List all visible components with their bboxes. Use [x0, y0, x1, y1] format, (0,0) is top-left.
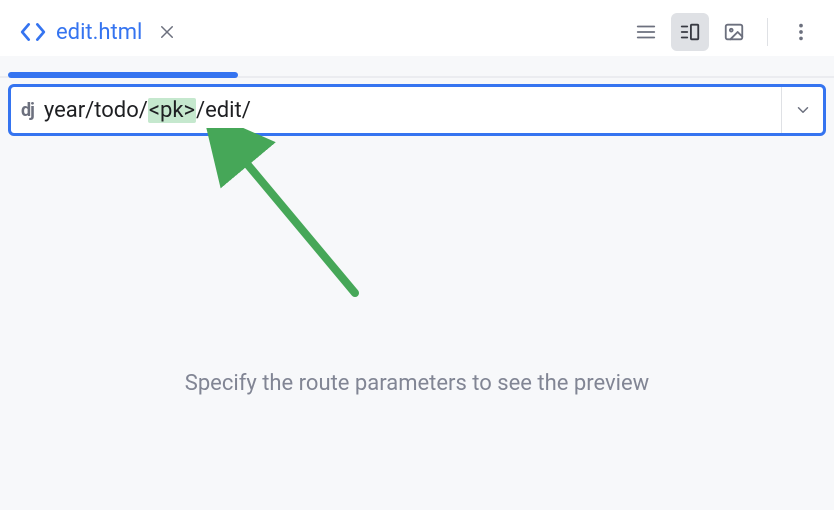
preview-empty-message: Specify the route parameters to see the … [185, 371, 649, 396]
route-input[interactable]: year/todo/ <pk> /edit/ [44, 87, 781, 133]
route-path-after: /edit/ [196, 98, 251, 123]
active-tab-indicator [8, 72, 238, 78]
code-file-icon [20, 19, 46, 45]
toolbar-divider [767, 18, 768, 46]
route-dropdown-button[interactable] [781, 87, 823, 133]
route-parameter: <pk> [148, 98, 196, 123]
close-icon[interactable] [158, 23, 176, 41]
chevron-down-icon [794, 101, 812, 119]
preview-area: Specify the route parameters to see the … [0, 136, 834, 510]
route-input-container: dj year/todo/ <pk> /edit/ [8, 84, 826, 136]
split-view-button[interactable] [671, 13, 709, 51]
more-options-button[interactable] [782, 13, 820, 51]
tab-bar: edit.html [0, 0, 834, 56]
file-tab[interactable]: edit.html [14, 9, 182, 55]
image-view-button[interactable] [715, 13, 753, 51]
django-prefix-label: dj [11, 87, 44, 133]
tab-label: edit.html [56, 20, 142, 45]
tab-bar-left: edit.html [14, 9, 182, 55]
route-path-before: year/todo/ [44, 98, 148, 123]
tab-bar-right [627, 13, 820, 51]
list-view-button[interactable] [627, 13, 665, 51]
